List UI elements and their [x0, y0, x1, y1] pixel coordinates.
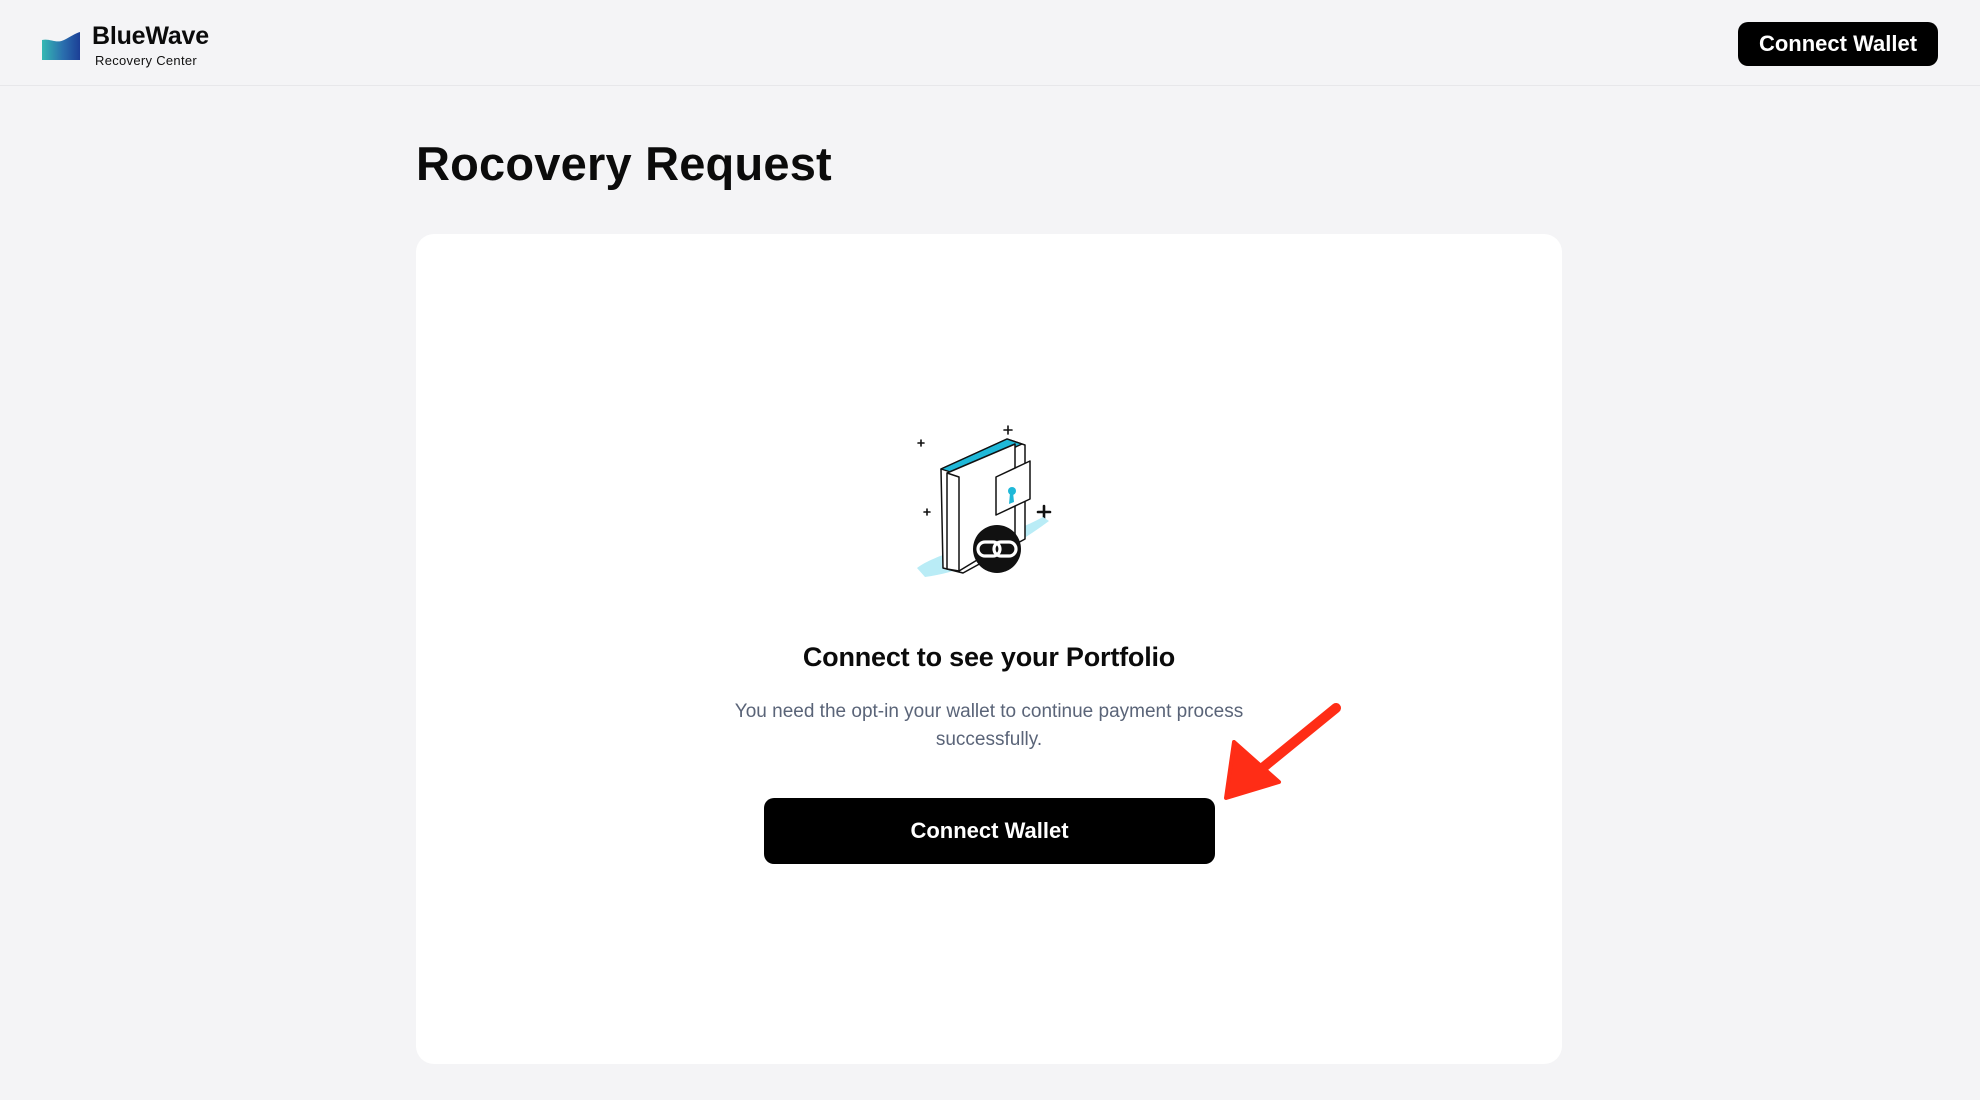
- brand[interactable]: BlueWave Recovery Center: [40, 24, 209, 67]
- card-heading: Connect to see your Portfolio: [802, 642, 1176, 672]
- connect-card: Connect to see your Portfolio You need t…: [416, 234, 1562, 1064]
- card-description: You need the opt-in your wallet to conti…: [734, 701, 1244, 750]
- brand-subtitle: Recovery Center: [95, 53, 198, 68]
- top-header: BlueWave Recovery Center Connect Wallet: [0, 0, 1980, 86]
- wallet-link-illustration-icon: [917, 425, 1052, 577]
- page-title: Rocovery Request: [416, 137, 832, 190]
- red-arrow-annotation-icon: [1224, 703, 1341, 800]
- wave-logo-icon: [42, 31, 80, 60]
- brand-name: BlueWave: [92, 22, 209, 50]
- connect-wallet-button[interactable]: Connect Wallet: [764, 798, 1215, 864]
- header-connect-wallet-button[interactable]: Connect Wallet: [1738, 22, 1938, 66]
